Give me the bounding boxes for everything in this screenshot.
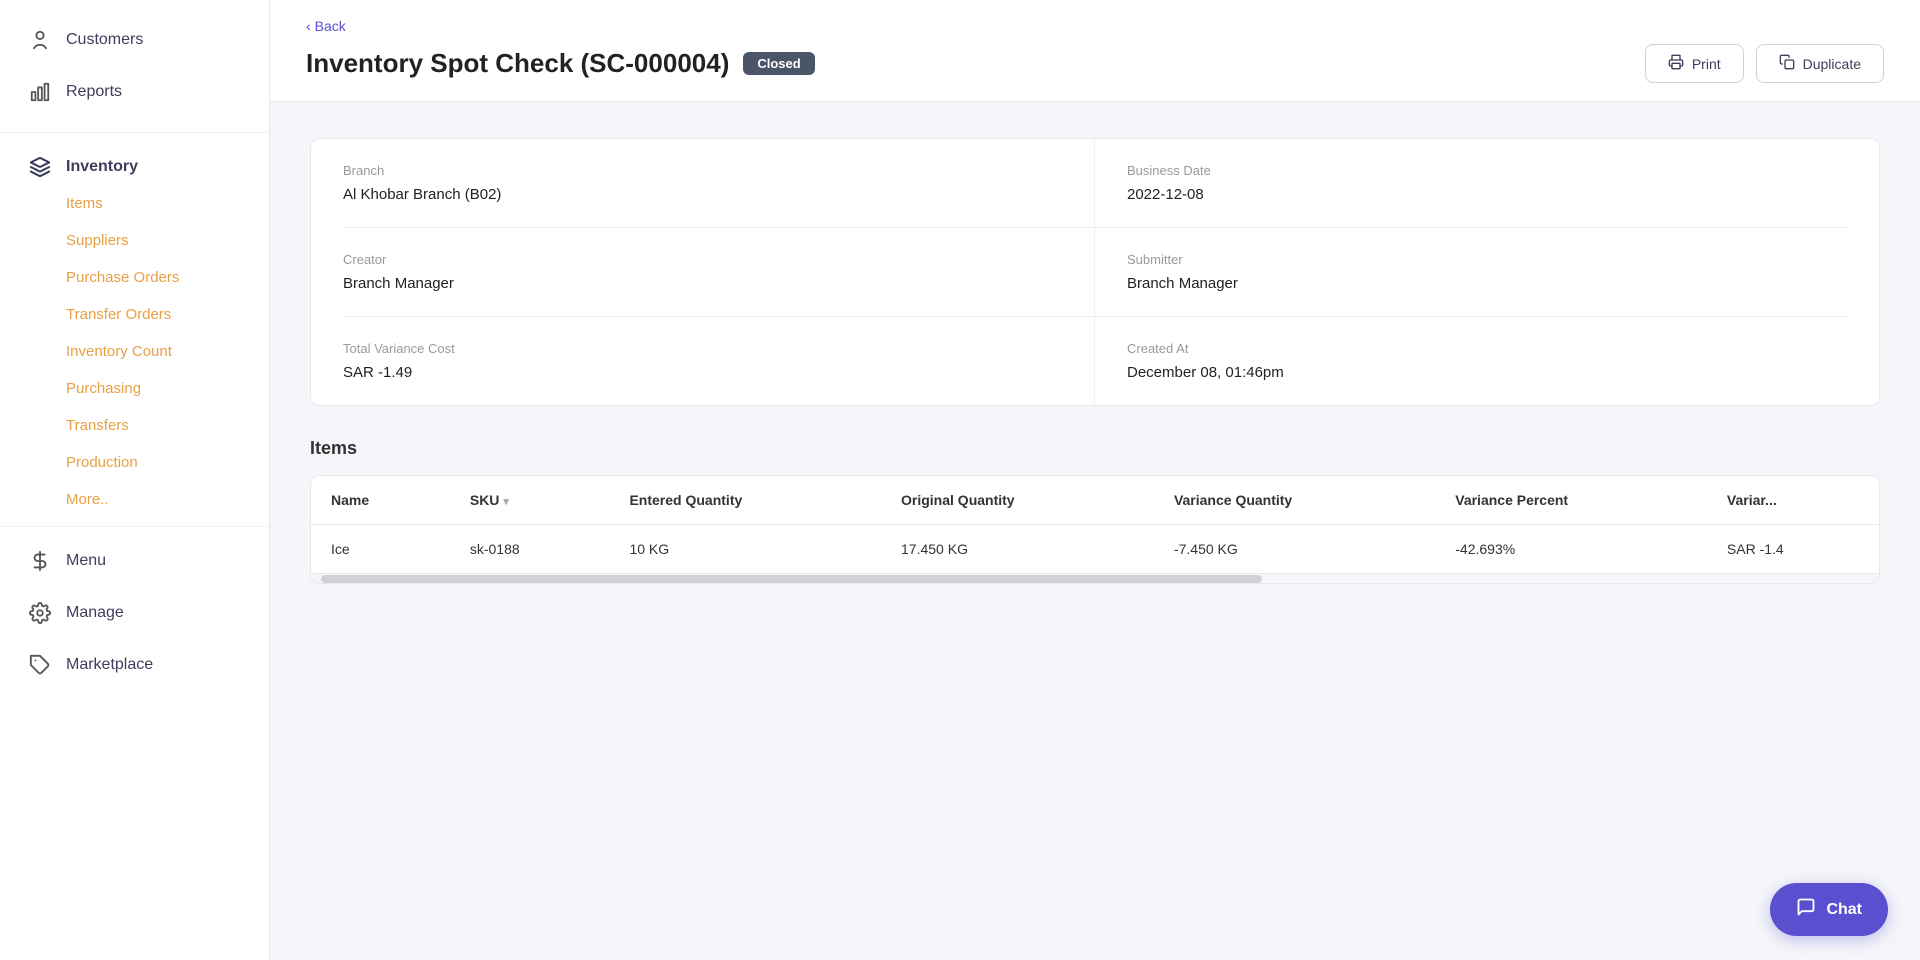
total-variance-cost-cell: Total Variance Cost SAR -1.49 — [343, 317, 1095, 405]
sidebar-item-manage-label: Manage — [66, 604, 124, 622]
sidebar-item-marketplace-label: Marketplace — [66, 656, 153, 674]
sku-sort-icon: ▾ — [503, 496, 509, 508]
creator-label: Creator — [343, 252, 1062, 267]
sidebar-item-purchasing[interactable]: Purchasing — [0, 370, 269, 407]
sidebar-item-marketplace[interactable]: Marketplace — [0, 639, 269, 691]
items-table: Name SKU ▾ Entered Quantity Original Qua… — [311, 476, 1879, 573]
sidebar-item-menu-label: Menu — [66, 552, 106, 570]
cell-variance-cost: SAR -1.4 — [1707, 525, 1879, 574]
items-section-title: Items — [310, 438, 1880, 459]
submitter-cell: Submitter Branch Manager — [1095, 228, 1847, 317]
submitter-label: Submitter — [1127, 252, 1847, 267]
sidebar-item-production[interactable]: Production — [0, 444, 269, 481]
chat-button[interactable]: Chat — [1770, 883, 1888, 936]
cell-variance-qty: -7.450 KG — [1154, 525, 1435, 574]
sidebar-divider-2 — [0, 526, 269, 527]
sidebar-item-manage[interactable]: Manage — [0, 587, 269, 639]
duplicate-icon — [1779, 54, 1795, 73]
sidebar-divider-1 — [0, 132, 269, 133]
sidebar-item-reports-label: Reports — [66, 83, 122, 101]
sidebar-item-customers[interactable]: Customers — [0, 14, 269, 66]
business-date-value: 2022-12-08 — [1127, 186, 1847, 203]
sidebar-item-transfers[interactable]: Transfers — [0, 407, 269, 444]
sidebar-item-purchase-orders[interactable]: Purchase Orders — [0, 259, 269, 296]
info-card: Branch Al Khobar Branch (B02) Business D… — [310, 138, 1880, 406]
submitter-value: Branch Manager — [1127, 275, 1847, 292]
col-variance-cost: Variar... — [1707, 476, 1879, 525]
print-icon — [1668, 54, 1684, 73]
chat-label: Chat — [1826, 901, 1862, 919]
col-sku[interactable]: SKU ▾ — [450, 476, 610, 525]
col-variance-percent: Variance Percent — [1435, 476, 1707, 525]
main-header: ‹ Back Inventory Spot Check (SC-000004) … — [270, 0, 1920, 102]
sidebar-item-suppliers[interactable]: Suppliers — [0, 222, 269, 259]
back-label: Back — [315, 18, 346, 34]
created-at-cell: Created At December 08, 01:46pm — [1095, 317, 1847, 405]
info-grid: Branch Al Khobar Branch (B02) Business D… — [343, 139, 1847, 405]
duplicate-button[interactable]: Duplicate — [1756, 44, 1884, 83]
col-variance-qty: Variance Quantity — [1154, 476, 1435, 525]
page-title-row: Inventory Spot Check (SC-000004) Closed … — [306, 44, 1884, 83]
table-scrollbar-thumb[interactable] — [321, 575, 1262, 583]
person-icon — [28, 28, 52, 52]
status-badge: Closed — [743, 52, 814, 75]
print-button[interactable]: Print — [1645, 44, 1744, 83]
table-header-row: Name SKU ▾ Entered Quantity Original Qua… — [311, 476, 1879, 525]
sidebar-item-inventory-count[interactable]: Inventory Count — [0, 333, 269, 370]
chart-icon — [28, 80, 52, 104]
items-table-container: Name SKU ▾ Entered Quantity Original Qua… — [310, 475, 1880, 584]
sidebar-item-more[interactable]: More.. — [0, 481, 269, 518]
utensils-icon — [28, 549, 52, 573]
main-content: ‹ Back Inventory Spot Check (SC-000004) … — [270, 0, 1920, 960]
cell-variance-percent: -42.693% — [1435, 525, 1707, 574]
cell-entered-qty: 10 KG — [609, 525, 881, 574]
created-at-value: December 08, 01:46pm — [1127, 364, 1847, 381]
branch-cell: Branch Al Khobar Branch (B02) — [343, 139, 1095, 228]
business-date-cell: Business Date 2022-12-08 — [1095, 139, 1847, 228]
cell-name: Ice — [311, 525, 450, 574]
content-area: Branch Al Khobar Branch (B02) Business D… — [270, 102, 1920, 960]
header-actions: Print Duplicate — [1645, 44, 1884, 83]
page-title-text: Inventory Spot Check (SC-000004) — [306, 48, 729, 79]
layers-icon — [28, 155, 52, 179]
total-variance-cost-value: SAR -1.49 — [343, 364, 1062, 381]
gear-icon — [28, 601, 52, 625]
puzzle-icon — [28, 653, 52, 677]
creator-value: Branch Manager — [343, 275, 1062, 292]
sidebar-item-customers-label: Customers — [66, 31, 143, 49]
sidebar-item-transfer-orders[interactable]: Transfer Orders — [0, 296, 269, 333]
back-link[interactable]: ‹ Back — [306, 18, 1884, 34]
business-date-label: Business Date — [1127, 163, 1847, 178]
page-title: Inventory Spot Check (SC-000004) Closed — [306, 48, 815, 79]
sidebar-item-menu[interactable]: Menu — [0, 535, 269, 587]
cell-sku: sk-0188 — [450, 525, 610, 574]
col-name: Name — [311, 476, 450, 525]
created-at-label: Created At — [1127, 341, 1847, 356]
sidebar: Customers Reports Inventory Items Suppli… — [0, 0, 270, 960]
total-variance-cost-label: Total Variance Cost — [343, 341, 1062, 356]
chat-icon — [1796, 897, 1816, 922]
sidebar-item-items[interactable]: Items — [0, 185, 269, 222]
col-original-qty: Original Quantity — [881, 476, 1154, 525]
sidebar-group-inventory[interactable]: Inventory — [0, 141, 269, 185]
creator-cell: Creator Branch Manager — [343, 228, 1095, 317]
sidebar-item-reports[interactable]: Reports — [0, 66, 269, 118]
table-row: Ice sk-0188 10 KG 17.450 KG -7.450 KG -4… — [311, 525, 1879, 574]
chevron-left-icon: ‹ — [306, 18, 311, 34]
cell-original-qty: 17.450 KG — [881, 525, 1154, 574]
sidebar-group-inventory-label: Inventory — [66, 158, 138, 176]
branch-value: Al Khobar Branch (B02) — [343, 186, 1062, 203]
table-scrollbar-row — [311, 573, 1879, 583]
col-entered-qty: Entered Quantity — [609, 476, 881, 525]
branch-label: Branch — [343, 163, 1062, 178]
